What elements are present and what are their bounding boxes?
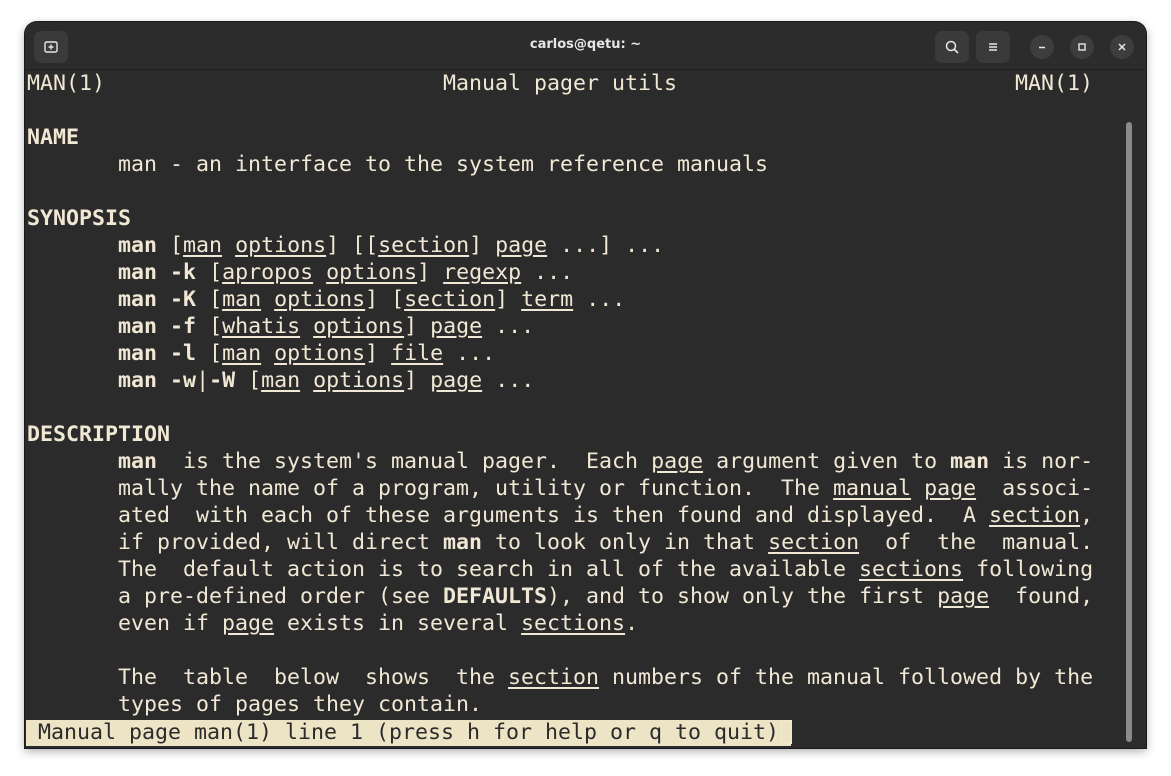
- close-button[interactable]: [1110, 35, 1134, 59]
- scrollbar[interactable]: [1126, 122, 1132, 742]
- terminal-cursor: [781, 720, 792, 744]
- menu-button[interactable]: [976, 31, 1010, 63]
- minimize-button[interactable]: [1030, 35, 1054, 59]
- synopsis-line: man -K [man options] [section] term ...: [118, 287, 626, 312]
- minimize-icon: [1039, 46, 1045, 49]
- section-heading-name: NAME: [27, 125, 80, 150]
- maximize-icon: [1078, 43, 1086, 51]
- close-icon: [1118, 43, 1126, 51]
- description-line: mally the name of a program, utility or …: [27, 476, 1094, 501]
- maximize-button[interactable]: [1070, 35, 1094, 59]
- description-line: even if page exists in several sections.: [27, 611, 639, 636]
- synopsis-line: man [man options] [[section] page ...] .…: [118, 233, 665, 258]
- section-heading-description: DESCRIPTION: [27, 422, 171, 447]
- man-header-right: MAN(1): [1015, 71, 1094, 96]
- man-header-left: MAN(1): [27, 71, 106, 96]
- title-bar[interactable]: carlos@qetu: ~: [25, 22, 1146, 70]
- terminal-content[interactable]: MAN(1) Manual pager utils MAN(1) NAME ma…: [25, 70, 1135, 748]
- search-button[interactable]: [935, 31, 969, 63]
- description-line: a pre-defined order (see DEFAULTS), and …: [27, 584, 1094, 609]
- synopsis-line: man -k [apropos options] regexp ...: [118, 260, 574, 285]
- search-icon: [945, 40, 959, 54]
- description-line: types of pages they contain.: [27, 692, 483, 717]
- section-heading-synopsis: SYNOPSIS: [27, 206, 132, 231]
- synopsis-line: man -l [man options] file ...: [118, 341, 496, 366]
- terminal-window: carlos@qetu: ~ MAN(1) Manual pager utils…: [25, 22, 1146, 748]
- description-line: The table below shows the section number…: [27, 665, 1094, 690]
- name-text: man - an interface to the system referen…: [118, 152, 769, 177]
- hamburger-menu-icon: [989, 43, 997, 51]
- man-header-title: Manual pager utils: [443, 71, 678, 96]
- description-line: The default action is to search in all o…: [27, 557, 1094, 582]
- pager-status-line: Manual page man(1) line 1 (press h for h…: [26, 720, 792, 746]
- description-line: ated with each of these arguments is the…: [27, 503, 1094, 528]
- description-line: man is the system's manual pager. Each p…: [118, 449, 1094, 474]
- synopsis-line: man -f [whatis options] page ...: [118, 314, 535, 339]
- name-line: man - an interface to the system referen…: [27, 151, 768, 178]
- synopsis-line: man -w|-W [man options] page ...: [118, 368, 535, 393]
- description-line: if provided, will direct man to look onl…: [27, 530, 1094, 555]
